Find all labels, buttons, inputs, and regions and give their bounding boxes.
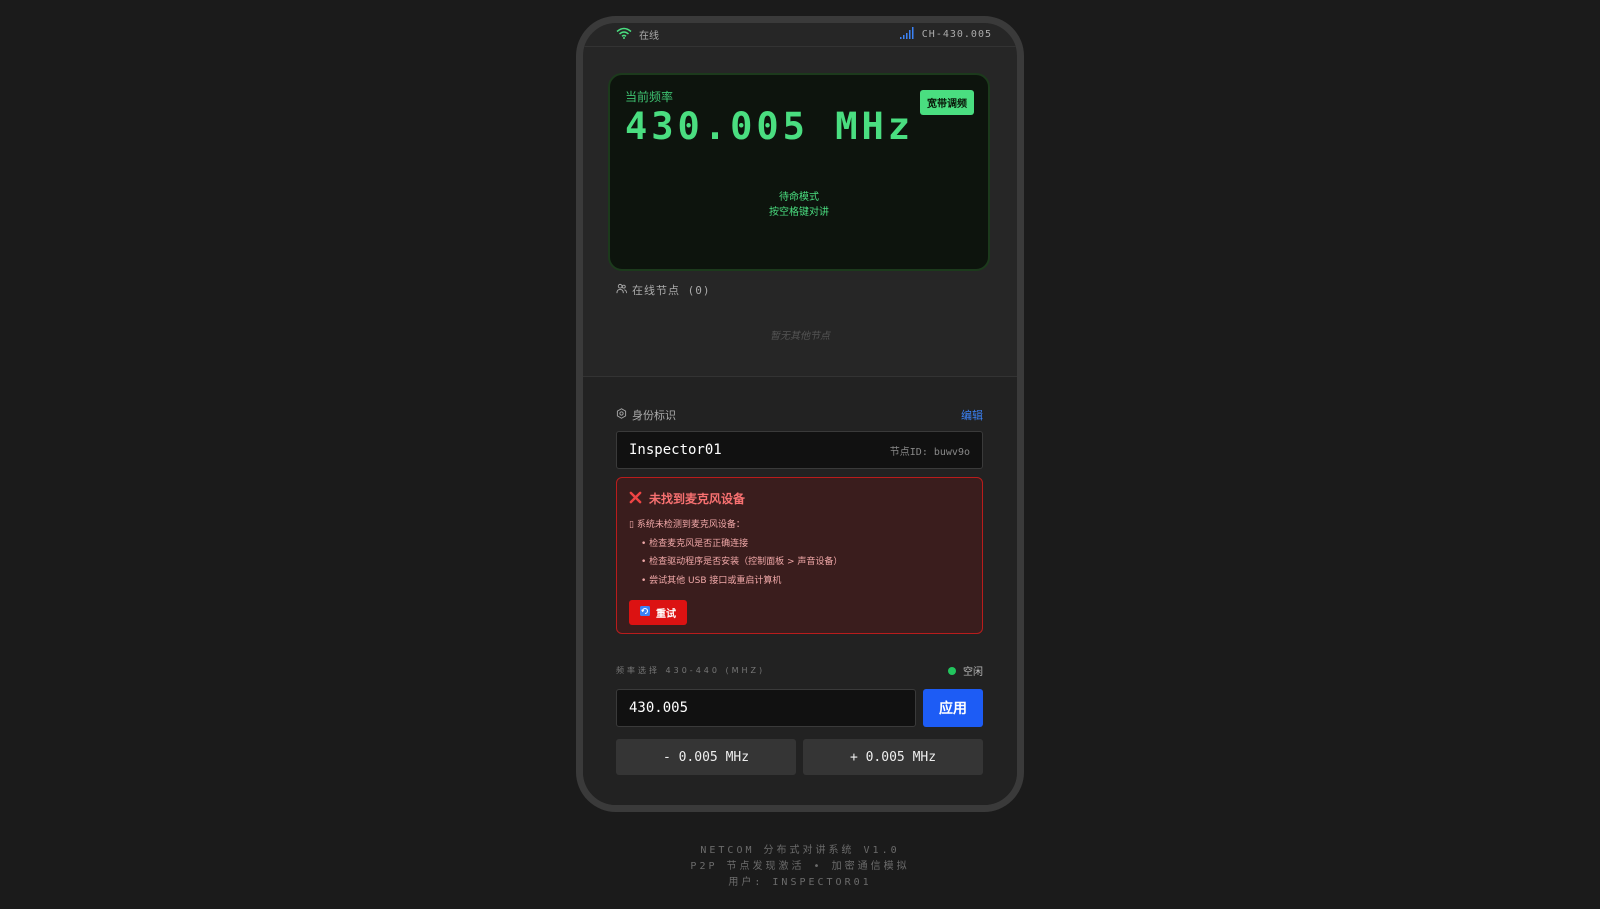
control-panel: 身份标识 编辑 Inspector01 节点ID: buwv9o 未找到麦克风设… (583, 376, 1017, 805)
gear-icon (616, 408, 627, 422)
info-icon: ▯ (629, 520, 634, 530)
decrement-frequency-button[interactable]: - 0.005 MHz (616, 739, 796, 775)
frequency-select-label: 频率选择 430-440 (MHZ) (616, 666, 766, 675)
status-bar: 在线 CH-430.005 (583, 23, 1017, 47)
error-title: 未找到麦克风设备 (649, 492, 746, 506)
node-id: 节点ID: buwv9o (889, 446, 970, 458)
current-frequency: 430.005 MHz (625, 105, 915, 148)
idle-status-dot (948, 666, 956, 675)
identity-box: Inspector01 节点ID: buwv9o (616, 431, 983, 469)
increment-frequency-button[interactable]: + 0.005 MHz (803, 739, 983, 775)
wideband-button[interactable]: 宽带调频 (920, 90, 974, 115)
frequency-display: 当前频率 430.005 MHz 宽带调频 待命模式 按空格键对讲 (608, 73, 990, 271)
connection-status: 在线 (639, 31, 659, 42)
refresh-icon (640, 606, 650, 619)
channel-label: CH-430.005 (921, 29, 992, 40)
online-nodes-header: 在线节点 (0) (616, 282, 711, 298)
callsign: Inspector01 (629, 442, 722, 458)
error-item: • 检查驱动程序是否安装（控制面板 > 声音设备） (641, 557, 843, 567)
footer-status: P2P 节点发现激活 • 加密通信模拟 (690, 861, 910, 872)
channel-state: 空闲 (948, 663, 983, 678)
retry-label: 重试 (656, 609, 676, 620)
error-x-icon (629, 491, 642, 507)
frequency-input[interactable] (616, 689, 916, 727)
edit-identity-link[interactable]: 编辑 (961, 407, 983, 423)
error-item: • 尝试其他 USB 接口或重启计算机 (641, 575, 782, 586)
retry-button[interactable]: 重试 (629, 600, 687, 625)
apply-button[interactable]: 应用 (923, 689, 983, 727)
error-intro: ▯ 系统未检测到麦克风设备： (629, 520, 745, 530)
footer-product: NETCOM 分布式对讲系统 V1.0 (700, 845, 900, 856)
standby-mode: 待命模式 (779, 192, 819, 203)
identity-title: 身份标识 (632, 409, 676, 422)
ptt-hint: 按空格键对讲 (769, 207, 829, 218)
online-nodes-title: 在线节点 (0) (632, 284, 711, 297)
identity-header: 身份标识 编辑 (616, 407, 983, 423)
signal-icon (899, 27, 915, 42)
device-frame: 在线 CH-430.005 当前频率 430.005 MHz 宽带调频 待命模式… (576, 16, 1024, 812)
footer-user: 用户: INSPECTOR01 (728, 877, 872, 888)
error-item: • 检查麦克风是否正确连接 (641, 538, 749, 549)
users-icon (616, 283, 627, 297)
mic-error-panel: 未找到麦克风设备 ▯ 系统未检测到麦克风设备： • 检查麦克风是否正确连接 • … (616, 477, 983, 634)
channel-state-label: 空闲 (963, 667, 983, 678)
standby-message: 待命模式 按空格键对讲 (610, 190, 988, 220)
current-frequency-label: 当前频率 (625, 90, 674, 104)
no-nodes-message: 暂无其他节点 (770, 331, 830, 342)
wifi-icon (616, 27, 632, 42)
footer: NETCOM 分布式对讲系统 V1.0 P2P 节点发现激活 • 加密通信模拟 … (0, 843, 1600, 891)
frequency-select-header: 频率选择 430-440 (MHZ) 空闲 (616, 663, 983, 678)
